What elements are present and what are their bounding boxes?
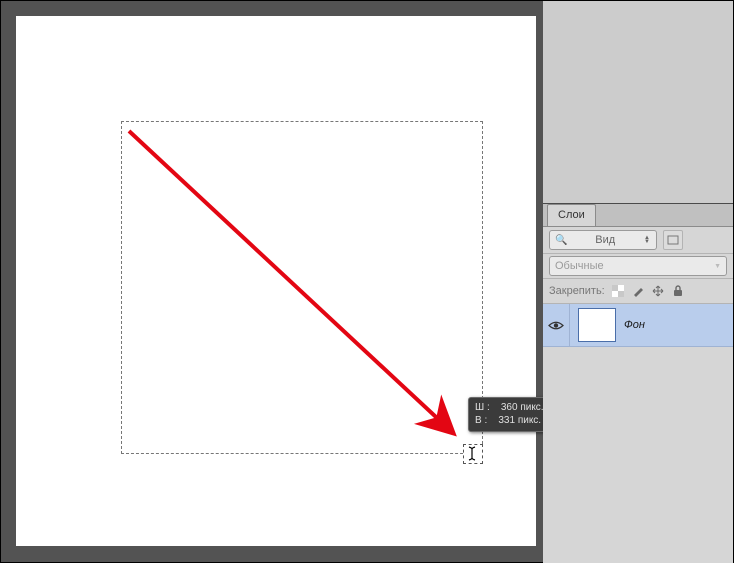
layer-row[interactable]: Фон <box>543 304 733 347</box>
layer-thumbnail[interactable] <box>578 308 616 342</box>
layer-name[interactable]: Фон <box>624 319 645 331</box>
panel-tabs: Слои <box>543 204 733 227</box>
search-icon <box>555 234 567 246</box>
layers-panel: Слои Вид ▲▼ Обычные ▼ Закрепить <box>543 203 733 563</box>
filter-type-label: Вид <box>595 234 615 246</box>
text-cursor-icon <box>463 444 483 464</box>
lock-label: Закрепить: <box>549 285 605 297</box>
blend-mode-dropdown[interactable]: Обычные ▼ <box>549 256 727 276</box>
marquee-selection[interactable] <box>121 121 483 454</box>
canvas[interactable] <box>16 16 536 546</box>
blend-mode-row: Обычные ▼ <box>543 254 733 279</box>
tooltip-width-value: 360 пикс. <box>501 402 544 413</box>
visibility-toggle[interactable] <box>543 304 570 346</box>
side-area: Слои Вид ▲▼ Обычные ▼ Закрепить <box>543 1 733 562</box>
lock-transparency-icon[interactable] <box>611 284 625 298</box>
blend-mode-value: Обычные <box>555 260 604 272</box>
chevron-updown-icon: ▲▼ <box>643 236 651 244</box>
chevron-down-icon: ▼ <box>714 263 721 270</box>
tooltip-height-value: 331 пикс. <box>498 415 541 426</box>
lock-pixels-icon[interactable] <box>631 284 645 298</box>
tooltip-height-label: В : <box>475 415 487 426</box>
lock-row: Закрепить: <box>543 279 733 304</box>
filter-type-dropdown[interactable]: Вид ▲▼ <box>549 230 657 250</box>
dimensions-tooltip: Ш : 360 пикс. В : 331 пикс. <box>468 397 551 432</box>
tooltip-width-label: Ш : <box>475 402 490 413</box>
lock-position-icon[interactable] <box>651 284 665 298</box>
app-frame: Ш : 360 пикс. В : 331 пикс. Слои Вид ▲▼ <box>1 1 733 562</box>
eye-icon <box>548 320 564 331</box>
layer-filter-bar: Вид ▲▼ <box>543 227 733 254</box>
lock-all-icon[interactable] <box>671 284 685 298</box>
tab-layers[interactable]: Слои <box>547 204 596 226</box>
filter-pixel-icon[interactable] <box>663 230 683 250</box>
